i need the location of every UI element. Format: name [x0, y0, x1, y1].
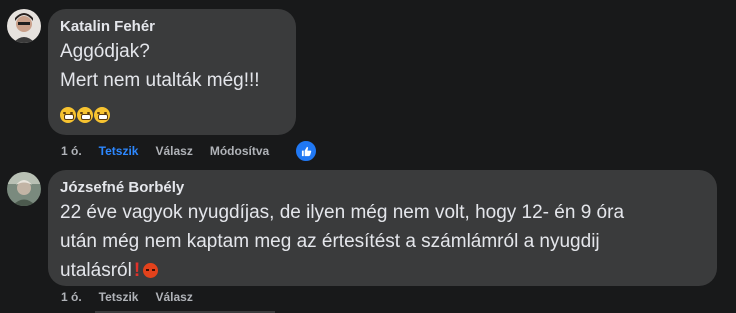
tired-face-icon	[77, 106, 93, 123]
comment-author[interactable]: Katalin Fehér	[60, 17, 284, 37]
emoji-row	[60, 106, 284, 124]
tired-face-icon	[94, 106, 110, 123]
comment-actions: 1 ó. Tetszik Válasz Módosítva	[61, 141, 286, 161]
comment-author[interactable]: Józsefné Borbély	[60, 178, 705, 198]
comment-text-line: Aggódjak?	[60, 41, 150, 62]
comment-actions: 1 ó. Tetszik Válasz	[61, 287, 210, 307]
like-button[interactable]: Tetszik	[99, 144, 139, 158]
reply-button[interactable]: Válasz	[155, 290, 192, 304]
avatar[interactable]	[7, 9, 41, 43]
avatar[interactable]	[7, 172, 41, 206]
exclamation-icon: !	[133, 260, 141, 281]
comment-text-line: után még nem kaptam meg az értesítést a …	[60, 231, 600, 252]
like-reaction-icon[interactable]	[294, 139, 318, 163]
tired-face-icon	[60, 106, 76, 123]
edited-label[interactable]: Módosítva	[210, 144, 269, 158]
timestamp[interactable]: 1 ó.	[61, 290, 82, 304]
comment-text-line: utalásról	[60, 260, 132, 281]
comment-bubble: Katalin Fehér Aggódjak? Mert nem utalták…	[48, 9, 296, 135]
like-button[interactable]: Tetszik	[99, 290, 139, 304]
timestamp[interactable]: 1 ó.	[61, 144, 82, 158]
comment-text-line: Mert nem utalták még!!!	[60, 70, 260, 91]
comment-bubble: Józsefné Borbély 22 éve vagyok nyugdíjas…	[48, 170, 717, 286]
comment-text-line: 22 éve vagyok nyugdíjas, de ilyen még ne…	[60, 202, 625, 223]
angry-face-icon	[143, 263, 159, 279]
comment-text-last: utalásról!	[60, 256, 705, 285]
reply-button[interactable]: Válasz	[155, 144, 192, 158]
